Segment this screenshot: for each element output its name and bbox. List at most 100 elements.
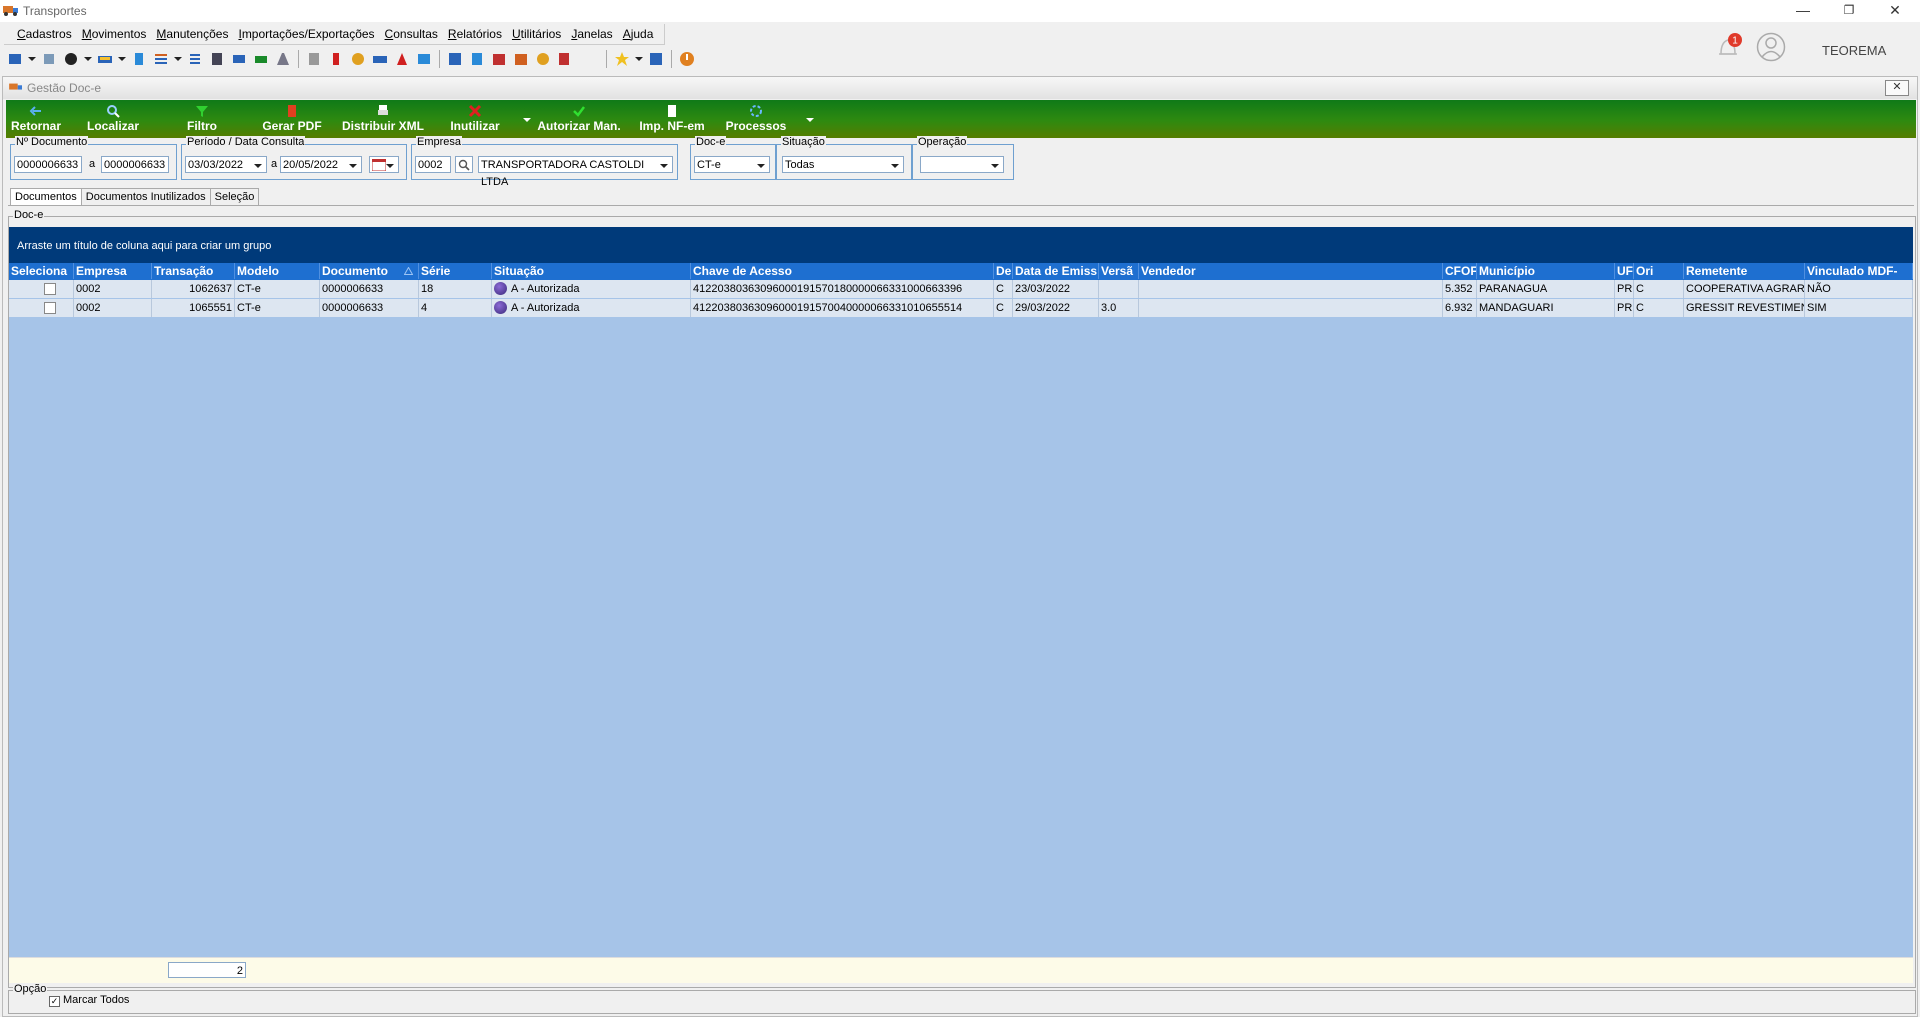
- restore-button[interactable]: ❐: [1826, 0, 1872, 22]
- col-uf[interactable]: UF: [1615, 263, 1634, 279]
- empresa-name-select[interactable]: TRANSPORTADORA CASTOLDI LTDA: [478, 156, 673, 188]
- subwindow-close-button[interactable]: ✕: [1885, 80, 1909, 96]
- bell-icon[interactable]: 1: [1716, 32, 1742, 62]
- list-icon[interactable]: [153, 51, 169, 67]
- road-icon[interactable]: [275, 51, 291, 67]
- printer-icon[interactable]: [253, 51, 269, 67]
- doce-select[interactable]: CT-e: [694, 156, 770, 173]
- bus-icon[interactable]: [97, 51, 113, 67]
- distribuir-xml-button[interactable]: Distribuir XML: [342, 100, 424, 138]
- empresa-search-button[interactable]: [455, 156, 473, 173]
- autorizar-man-button[interactable]: Autorizar Man.: [534, 100, 624, 138]
- table-row[interactable]: 0002 1065551 CT-e 0000006633 4 A - Autor…: [9, 299, 1913, 317]
- tab-documentos[interactable]: Documentos: [10, 188, 82, 206]
- menu-movimentos[interactable]: Movimentos: [77, 24, 152, 44]
- menu-consultas[interactable]: Consultas: [380, 24, 443, 44]
- chevron-down-icon[interactable]: [349, 164, 357, 168]
- chevron-down-icon[interactable]: [660, 164, 668, 168]
- chevron-down-icon[interactable]: [386, 164, 394, 168]
- col-seleciona[interactable]: Seleciona: [9, 263, 74, 279]
- document-icon[interactable]: [131, 51, 147, 67]
- pump-icon[interactable]: [394, 51, 410, 67]
- refresh-icon[interactable]: [231, 51, 247, 67]
- inutilizar-dropdown-icon[interactable]: [523, 118, 531, 122]
- periodo-to-date[interactable]: 20/05/2022: [280, 156, 362, 173]
- col-vinculado-mdf[interactable]: Vinculado MDF-: [1805, 263, 1913, 279]
- tab-documentos-inutilizados[interactable]: Documentos Inutilizados: [80, 188, 211, 206]
- col-data-emissao[interactable]: Data de Emiss: [1013, 263, 1099, 279]
- group-by-panel[interactable]: Arraste um título de coluna aqui para cr…: [9, 227, 1913, 263]
- menu-manutencoes[interactable]: Manutenções: [151, 24, 233, 44]
- calendar-icon[interactable]: [491, 51, 507, 67]
- search-report-icon[interactable]: [557, 51, 573, 67]
- dropdown-arrow-icon[interactable]: [174, 57, 182, 61]
- col-ori[interactable]: Ori: [1634, 263, 1684, 279]
- col-documento[interactable]: Documento: [320, 263, 419, 279]
- col-de[interactable]: De: [994, 263, 1013, 279]
- calendar-picker-button[interactable]: [369, 156, 399, 173]
- col-vendedor[interactable]: Vendedor: [1139, 263, 1443, 279]
- power-icon[interactable]: [679, 51, 695, 67]
- chevron-down-icon[interactable]: [757, 164, 765, 168]
- inutilizar-button[interactable]: Inutilizar: [446, 100, 504, 138]
- fuel-icon[interactable]: [328, 51, 344, 67]
- marcar-todos-checkbox[interactable]: ✓ Marcar Todos: [49, 994, 129, 1007]
- menu-ajuda[interactable]: Ajuda: [618, 24, 659, 44]
- localizar-button[interactable]: Localizar: [86, 100, 140, 138]
- bullet-list-icon[interactable]: [187, 51, 203, 67]
- processos-button[interactable]: Processos: [724, 100, 788, 138]
- menu-importacoes[interactable]: Importações/Exportações: [233, 24, 379, 44]
- col-empresa[interactable]: Empresa: [74, 263, 152, 279]
- col-situacao[interactable]: Situação: [492, 263, 691, 279]
- col-remetente[interactable]: Remetente: [1684, 263, 1805, 279]
- col-versao[interactable]: Versã: [1099, 263, 1139, 279]
- gerar-pdf-button[interactable]: Gerar PDF: [262, 100, 322, 138]
- imp-nfem-button[interactable]: Imp. NF-em: [632, 100, 712, 138]
- col-transacao[interactable]: Transação: [152, 263, 235, 279]
- dropdown-arrow-icon[interactable]: [118, 57, 126, 61]
- menu-janelas[interactable]: Janelas: [566, 24, 617, 44]
- star-icon[interactable]: [614, 51, 630, 67]
- documento-from-input[interactable]: 0000006633: [14, 156, 82, 173]
- tab-selecao[interactable]: Seleção: [209, 188, 260, 206]
- col-cfop[interactable]: CFOF: [1443, 263, 1477, 279]
- dropdown-arrow-icon[interactable]: [84, 57, 92, 61]
- col-modelo[interactable]: Modelo: [235, 263, 320, 279]
- table-icon[interactable]: [447, 51, 463, 67]
- col-municipio[interactable]: Município: [1477, 263, 1615, 279]
- spreadsheet-icon[interactable]: [469, 51, 485, 67]
- clock-icon[interactable]: [63, 51, 79, 67]
- operacao-select[interactable]: [920, 156, 1004, 173]
- alarm-icon[interactable]: [350, 51, 366, 67]
- col-chave-acesso[interactable]: Chave de Acesso: [691, 263, 994, 279]
- processos-dropdown-icon[interactable]: [806, 118, 814, 122]
- calculator-icon[interactable]: [209, 51, 225, 67]
- coin-icon[interactable]: [535, 51, 551, 67]
- chevron-down-icon[interactable]: [891, 164, 899, 168]
- user-name[interactable]: TEOREMA: [1822, 43, 1886, 58]
- chevron-down-icon[interactable]: [254, 164, 262, 168]
- export-icon[interactable]: [416, 51, 432, 67]
- menu-relatorios[interactable]: Relatórios: [443, 24, 507, 44]
- minimize-button[interactable]: —: [1780, 0, 1826, 22]
- truck-icon[interactable]: [372, 51, 388, 67]
- dropdown-arrow-icon[interactable]: [635, 57, 643, 61]
- vehicle-icon[interactable]: [41, 51, 57, 67]
- new-icon[interactable]: [7, 51, 23, 67]
- periodo-from-date[interactable]: 03/03/2022: [185, 156, 267, 173]
- user-avatar-icon[interactable]: [1756, 32, 1786, 62]
- documento-to-input[interactable]: 0000006633: [101, 156, 169, 173]
- report-icon[interactable]: [306, 51, 322, 67]
- table-row[interactable]: 0002 1062637 CT-e 0000006633 18 A - Auto…: [9, 280, 1913, 298]
- col-serie[interactable]: Série: [419, 263, 492, 279]
- row-select-checkbox[interactable]: [44, 302, 56, 314]
- info-icon[interactable]: [648, 51, 664, 67]
- empresa-code-input[interactable]: 0002: [415, 156, 451, 173]
- chevron-down-icon[interactable]: [991, 164, 999, 168]
- menu-cadastros[interactable]: Cadastros: [12, 24, 77, 44]
- filtro-button[interactable]: Filtro: [184, 100, 220, 138]
- row-select-checkbox[interactable]: [44, 283, 56, 295]
- situacao-select[interactable]: Todas: [782, 156, 904, 173]
- retornar-button[interactable]: Retornar: [10, 100, 62, 138]
- close-button[interactable]: ✕: [1872, 0, 1918, 22]
